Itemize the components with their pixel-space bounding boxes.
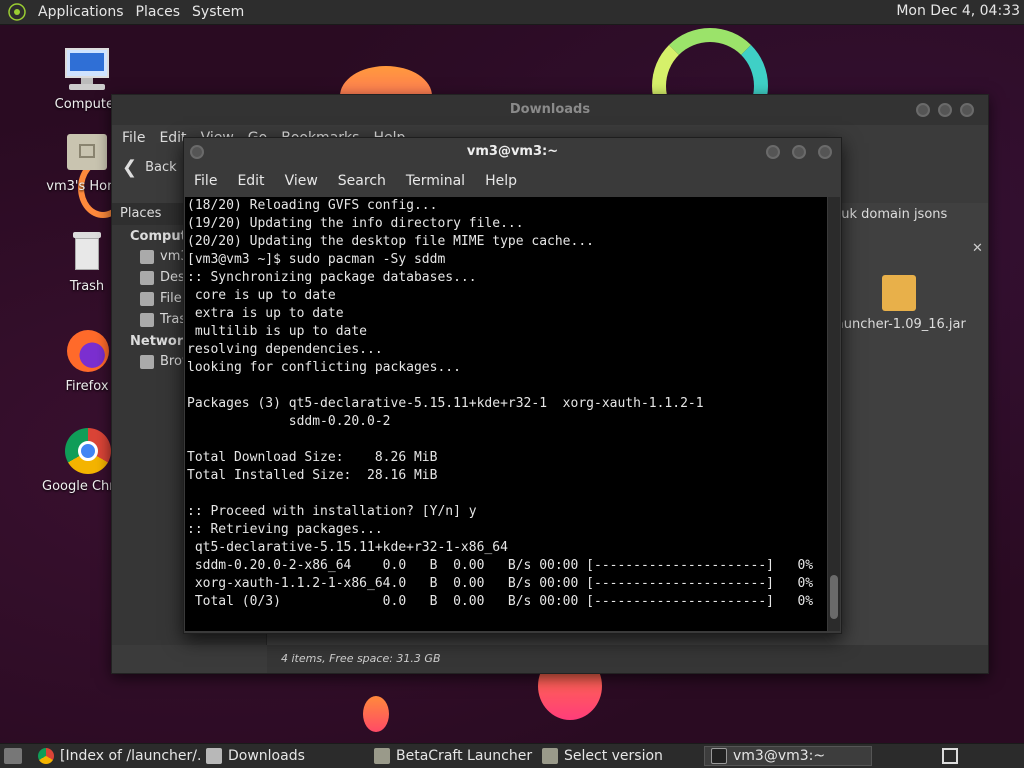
- panel-clock[interactable]: Mon Dec 4, 04:33: [896, 3, 1020, 19]
- trash-icon: [63, 228, 111, 276]
- home-icon: [140, 249, 154, 264]
- chrome-icon: [38, 748, 54, 764]
- system-menu[interactable]: System: [186, 4, 250, 20]
- task-chrome[interactable]: [Index of /launcher/...: [32, 746, 200, 766]
- show-desktop-icon[interactable]: [4, 748, 22, 764]
- term-menu-view[interactable]: View: [285, 173, 318, 189]
- package-icon: [882, 275, 916, 311]
- terminal-line: [vm3@vm3 ~]$ sudo pacman -Sy sddm: [187, 252, 446, 267]
- task-label: BetaCraft Launcher ...: [396, 748, 536, 764]
- term-menu-edit[interactable]: Edit: [237, 173, 264, 189]
- terminal-scrollbar[interactable]: [828, 197, 840, 631]
- terminal-line: Total (0/3) 0.0 B 0.00 B/s 00:00 [------…: [187, 594, 814, 609]
- terminal-line: multilib is up to date: [187, 324, 368, 339]
- terminal-line: resolving dependencies...: [187, 342, 383, 357]
- close-pane-icon[interactable]: ✕: [972, 241, 983, 256]
- terminal-line: core is up to date: [187, 288, 336, 303]
- back-arrow-icon[interactable]: ❮: [122, 157, 137, 178]
- back-button[interactable]: Back: [145, 160, 177, 175]
- terminal-line: (20/20) Updating the desktop file MIME t…: [187, 234, 594, 249]
- minimize-button[interactable]: [916, 103, 930, 117]
- network-icon: [140, 354, 154, 369]
- close-button[interactable]: [818, 145, 832, 159]
- terminal-icon: [711, 748, 727, 764]
- file-manager-titlebar[interactable]: Downloads: [112, 95, 988, 125]
- status-bar: 4 items, Free space: 31.3 GB: [267, 645, 988, 673]
- top-panel: Applications Places System Mon Dec 4, 04…: [0, 0, 1024, 25]
- terminal-window: vm3@vm3:~ File Edit View Search Terminal…: [183, 137, 842, 634]
- terminal-line: extra is up to date: [187, 306, 344, 321]
- term-menu-file[interactable]: File: [194, 173, 217, 189]
- minimize-button[interactable]: [190, 145, 204, 159]
- terminal-line: Total Installed Size: 28.16 MiB: [187, 468, 438, 483]
- applications-menu[interactable]: Applications: [32, 4, 130, 20]
- task-label: vm3@vm3:~: [733, 748, 826, 764]
- terminal-line: (19/20) Updating the info directory file…: [187, 216, 524, 231]
- file-item-label: launcher-1.09_16.jar: [832, 317, 966, 332]
- maximize-button[interactable]: [792, 145, 806, 159]
- terminal-output[interactable]: (18/20) Reloading GVFS config... (19/20) …: [185, 197, 827, 631]
- chrome-icon: [63, 428, 111, 476]
- task-label: [Index of /launcher/...: [60, 748, 200, 764]
- task-downloads[interactable]: Downloads: [200, 746, 368, 766]
- task-betacraft[interactable]: BetaCraft Launcher ...: [368, 746, 536, 766]
- terminal-line: :: Synchronizing package databases...: [187, 270, 477, 285]
- gnome-foot-icon[interactable]: [8, 3, 26, 21]
- home-folder-icon: [63, 128, 111, 176]
- terminal-line: :: Proceed with installation? [Y/n] y: [187, 504, 477, 519]
- task-label: Downloads: [228, 748, 305, 764]
- path-bar-segment[interactable]: t uk domain jsons: [832, 203, 972, 227]
- folder-icon: [206, 748, 222, 764]
- terminal-menubar: File Edit View Search Terminal Help: [184, 166, 841, 196]
- term-menu-terminal[interactable]: Terminal: [406, 173, 465, 189]
- task-label: Select version: [564, 748, 663, 764]
- terminal-line: sddm-0.20.0-2-x86_64 0.0 B 0.00 B/s 00:0…: [187, 558, 814, 573]
- term-menu-help[interactable]: Help: [485, 173, 517, 189]
- fm-menu-file[interactable]: File: [122, 130, 145, 146]
- wallpaper-small-blob: [363, 696, 389, 732]
- terminal-line: sddm-0.20.0-2: [187, 414, 391, 429]
- places-menu[interactable]: Places: [130, 4, 187, 20]
- terminal-line: xorg-xauth-1.1.2-1-x86_64.0 B 0.00 B/s 0…: [187, 576, 814, 591]
- bottom-taskbar: [Index of /launcher/... Downloads BetaCr…: [0, 743, 1024, 768]
- drive-icon: [140, 291, 154, 306]
- firefox-icon: [63, 328, 111, 376]
- desktop-icon: [140, 270, 154, 285]
- maximize-button[interactable]: [938, 103, 952, 117]
- terminal-line: qt5-declarative-5.15.11+kde+r32-1-x86_64: [187, 540, 508, 555]
- trash-icon: [140, 312, 154, 327]
- terminal-line: Packages (3) qt5-declarative-5.15.11+kde…: [187, 396, 704, 411]
- terminal-line: Total Download Size: 8.26 MiB: [187, 450, 438, 465]
- task-terminal[interactable]: vm3@vm3:~: [704, 746, 872, 766]
- close-button[interactable]: [960, 103, 974, 117]
- workspace-switcher-icon[interactable]: [942, 748, 958, 764]
- file-item-jar[interactable]: launcher-1.09_16.jar: [829, 275, 969, 332]
- scrollbar-thumb[interactable]: [830, 575, 838, 619]
- terminal-line: :: Retrieving packages...: [187, 522, 383, 537]
- java-icon: [542, 748, 558, 764]
- minimize-button[interactable]: [766, 145, 780, 159]
- term-menu-search[interactable]: Search: [338, 173, 386, 189]
- task-select-version[interactable]: Select version: [536, 746, 704, 766]
- java-icon: [374, 748, 390, 764]
- terminal-line: looking for conflicting packages...: [187, 360, 461, 375]
- terminal-line: (18/20) Reloading GVFS config...: [187, 198, 438, 213]
- terminal-titlebar[interactable]: vm3@vm3:~: [184, 138, 841, 166]
- computer-icon: [63, 46, 111, 94]
